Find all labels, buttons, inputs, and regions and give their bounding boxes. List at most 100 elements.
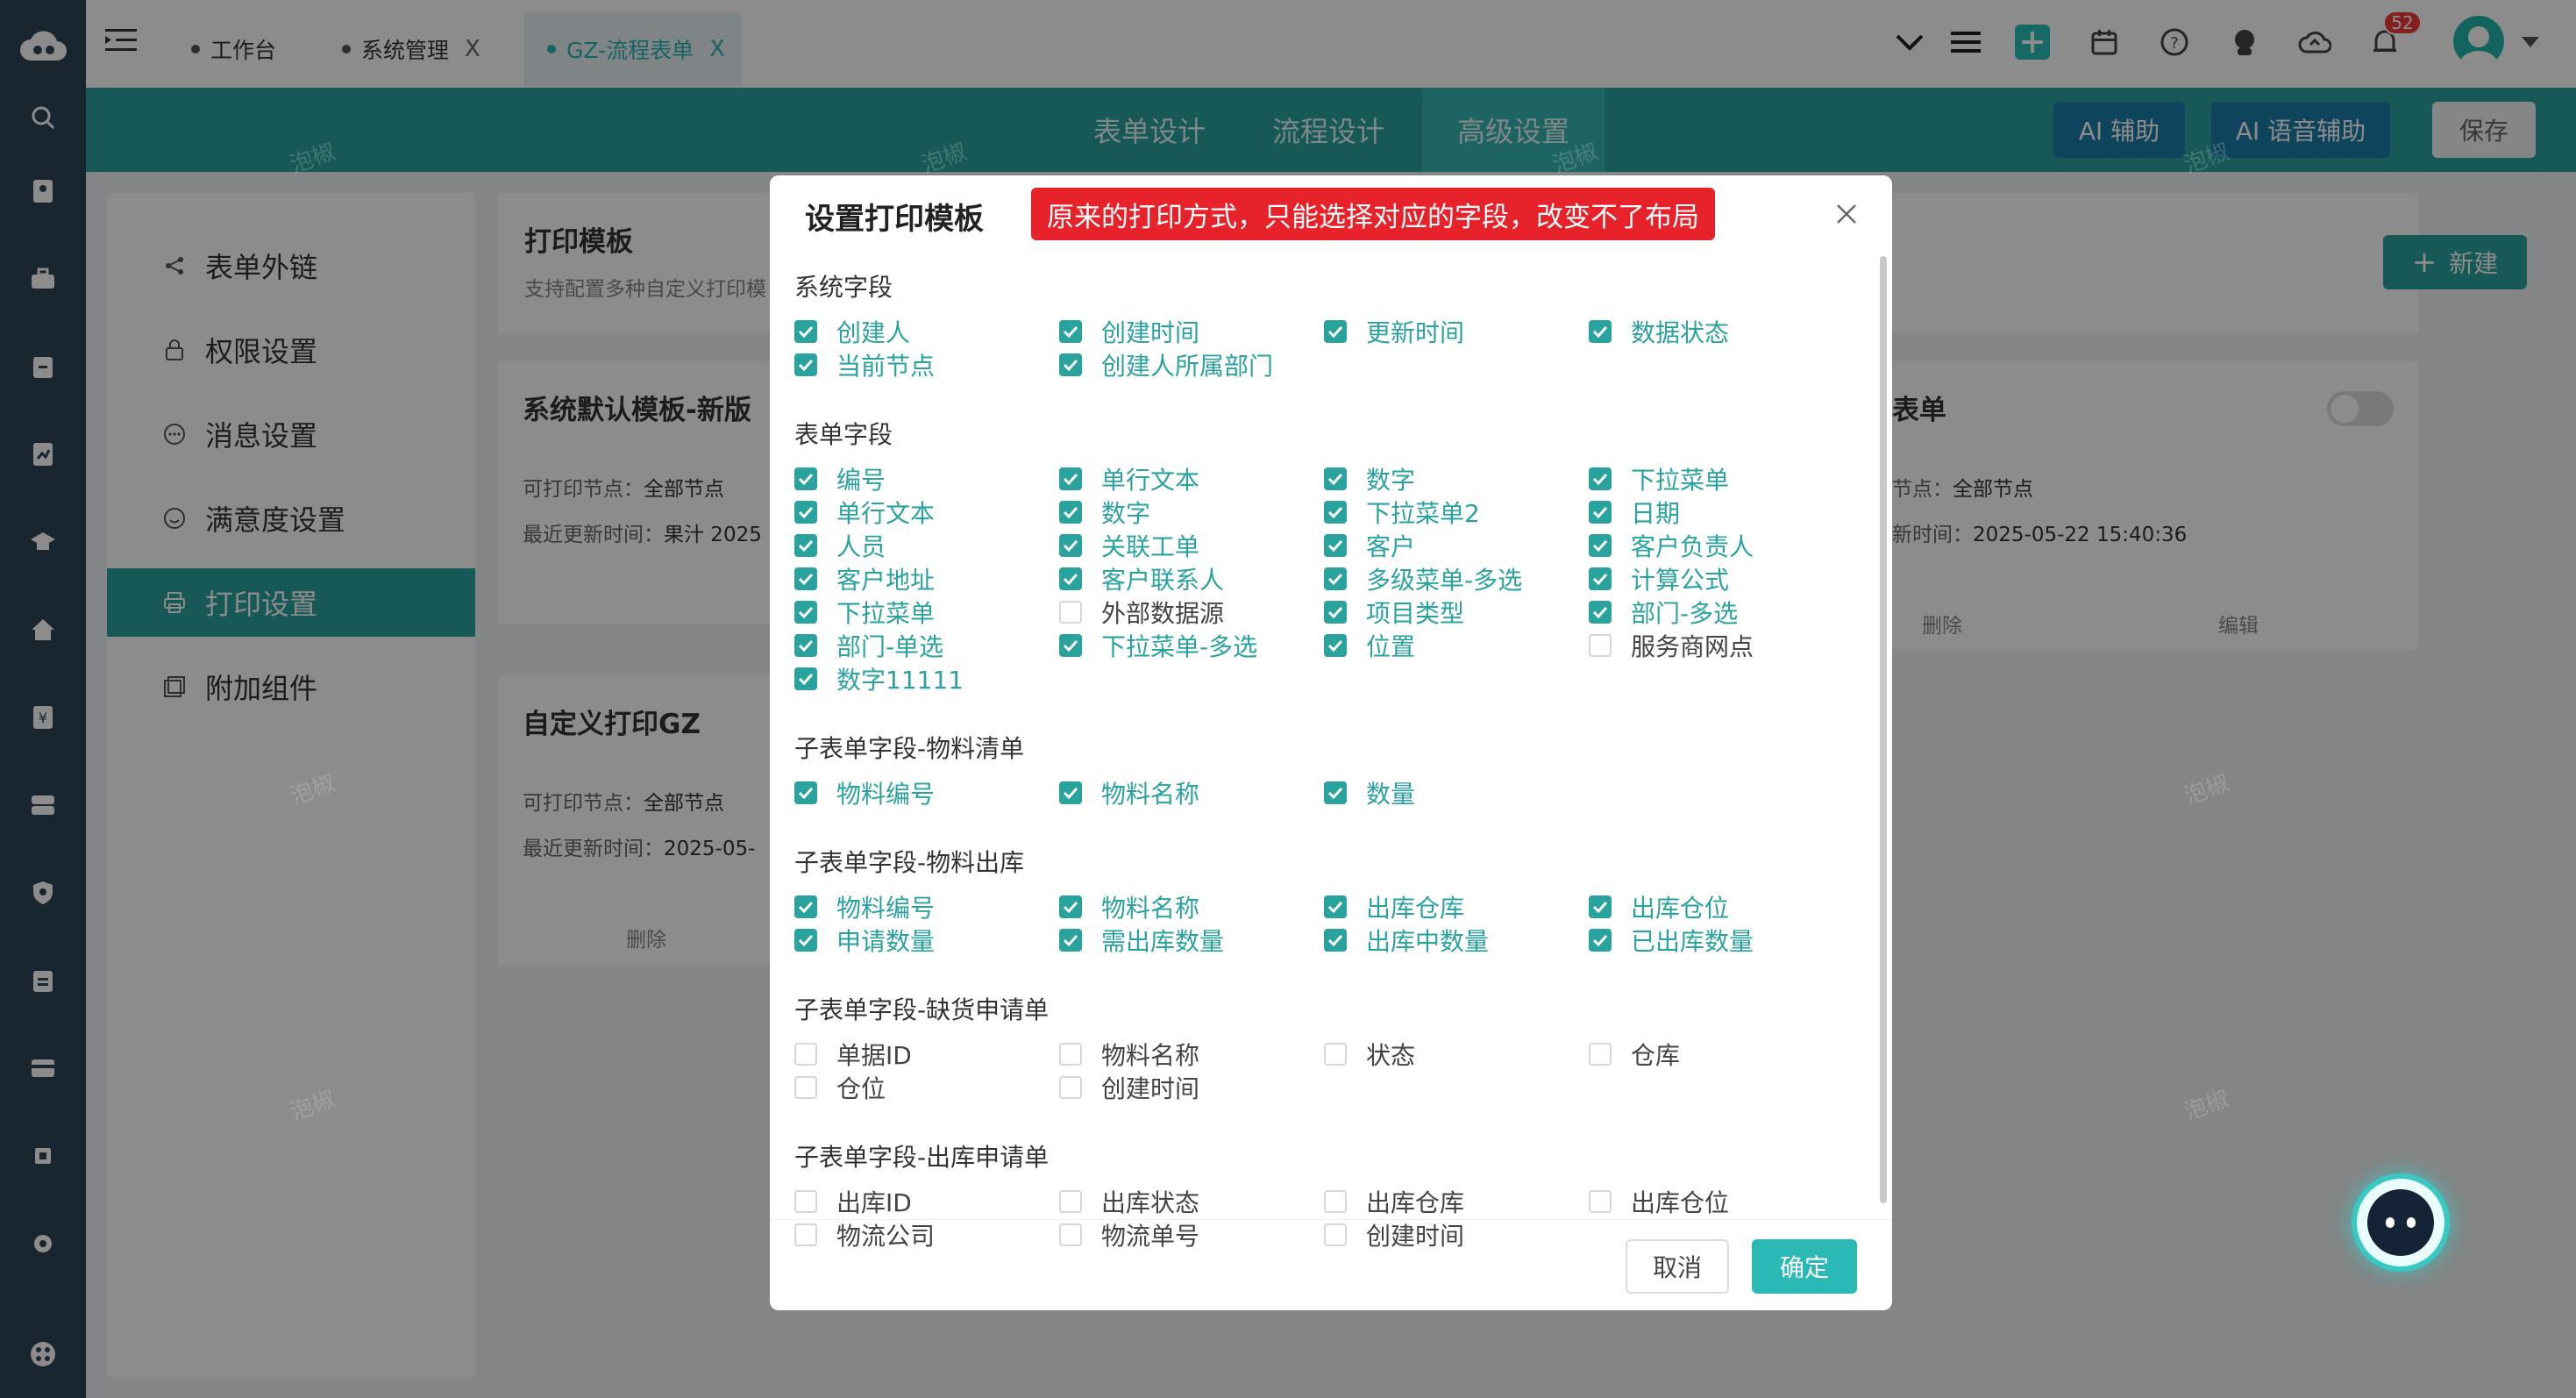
field-checkbox[interactable]: 下拉菜单-多选: [1059, 628, 1257, 663]
field-checkbox[interactable]: 出库仓库: [1324, 889, 1464, 924]
field-checkbox[interactable]: 物料名称: [1059, 775, 1199, 810]
field-checkbox[interactable]: 位置: [1324, 628, 1415, 663]
field-label: 外部数据源: [1101, 599, 1225, 628]
field-checkbox[interactable]: 日期: [1589, 495, 1680, 530]
checkmark-icon: [1589, 929, 1612, 952]
field-checkbox[interactable]: 数据状态: [1589, 314, 1729, 349]
assistant-bot-icon[interactable]: [2352, 1173, 2450, 1272]
field-label: 创建时间: [1101, 318, 1200, 347]
field-label: 客户: [1366, 532, 1416, 561]
field-checkbox[interactable]: 出库仓库: [1324, 1184, 1464, 1219]
checkmark-icon: [794, 634, 817, 657]
field-checkbox[interactable]: 下拉菜单: [794, 595, 935, 630]
checkmark-icon: [1324, 929, 1347, 952]
field-checkbox[interactable]: 更新时间: [1324, 314, 1464, 349]
field-label: 更新时间: [1366, 318, 1465, 347]
checkmark-icon: [1059, 634, 1082, 657]
checkbox-empty-icon: [1324, 1043, 1347, 1066]
field-checkbox[interactable]: 创建时间: [1059, 314, 1199, 349]
field-label: 出库中数量: [1366, 927, 1490, 956]
field-checkbox[interactable]: 下拉菜单: [1589, 461, 1729, 496]
field-checkbox[interactable]: 物料名称: [1059, 889, 1199, 924]
checkmark-icon: [1324, 534, 1347, 557]
checkmark-icon: [794, 781, 817, 804]
checkmark-icon: [1589, 501, 1612, 524]
field-checkbox[interactable]: 当前节点: [794, 347, 935, 382]
field-checkbox[interactable]: 仓库: [1589, 1037, 1680, 1072]
confirm-button[interactable]: 确定: [1752, 1239, 1857, 1294]
field-label: 数量: [1366, 780, 1416, 809]
field-checkbox[interactable]: 物料编号: [794, 775, 935, 810]
field-checkbox[interactable]: 出库仓位: [1589, 1184, 1729, 1219]
field-checkbox[interactable]: 关联工单: [1059, 528, 1199, 563]
field-checkbox[interactable]: 单行文本: [794, 495, 935, 530]
field-label: 出库仓库: [1366, 894, 1465, 923]
field-checkbox[interactable]: 创建人所属部门: [1059, 347, 1273, 382]
cancel-button[interactable]: 取消: [1626, 1239, 1729, 1294]
field-checkbox[interactable]: 数字11111: [794, 661, 964, 696]
field-checkbox[interactable]: 计算公式: [1589, 561, 1729, 596]
field-label: 下拉菜单2: [1366, 499, 1480, 528]
field-checkbox[interactable]: 多级菜单-多选: [1324, 561, 1522, 596]
field-checkbox[interactable]: 下拉菜单2: [1324, 495, 1480, 530]
field-checkbox[interactable]: 物料编号: [794, 889, 935, 924]
field-checkbox[interactable]: 数量: [1324, 775, 1415, 810]
section-title: 子表单字段-缺货申请单: [794, 995, 1050, 1024]
field-checkbox[interactable]: 创建人: [794, 314, 910, 349]
checkmark-icon: [794, 601, 817, 624]
checkmark-icon: [1059, 895, 1082, 918]
checkmark-icon: [1059, 353, 1082, 376]
field-checkbox[interactable]: 部门-多选: [1589, 595, 1738, 630]
checkbox-empty-icon: [1059, 1076, 1082, 1099]
field-checkbox[interactable]: 需出库数量: [1059, 923, 1224, 958]
field-label: 物料名称: [1101, 1041, 1200, 1070]
field-checkbox[interactable]: 出库仓位: [1589, 889, 1729, 924]
field-label: 数字: [1366, 466, 1416, 495]
field-checkbox[interactable]: 已出库数量: [1589, 923, 1754, 958]
field-checkbox[interactable]: 申请数量: [794, 923, 935, 958]
field-checkbox[interactable]: 服务商网点: [1589, 628, 1754, 663]
field-checkbox[interactable]: 客户: [1324, 528, 1415, 563]
field-checkbox[interactable]: 数字: [1324, 461, 1415, 496]
field-label: 人员: [836, 532, 886, 561]
field-checkbox[interactable]: 仓位: [794, 1070, 886, 1105]
field-checkbox[interactable]: 客户联系人: [1059, 561, 1224, 596]
field-checkbox[interactable]: 出库ID: [794, 1184, 912, 1219]
field-checkbox[interactable]: 人员: [794, 528, 886, 563]
field-label: 出库ID: [836, 1188, 912, 1217]
field-label: 客户负责人: [1631, 532, 1754, 561]
field-label: 单行文本: [836, 499, 936, 528]
field-checkbox[interactable]: 出库中数量: [1324, 923, 1489, 958]
field-label: 出库仓位: [1631, 894, 1730, 923]
field-label: 出库仓位: [1631, 1188, 1730, 1217]
field-label: 创建人所属部门: [1101, 352, 1274, 381]
field-label: 关联工单: [1101, 532, 1200, 561]
field-checkbox[interactable]: 单据ID: [794, 1037, 912, 1072]
field-checkbox[interactable]: 创建时间: [1059, 1070, 1199, 1105]
field-label: 单行文本: [1101, 466, 1200, 495]
checkbox-empty-icon: [1589, 1043, 1612, 1066]
field-label: 编号: [836, 466, 886, 495]
checkmark-icon: [794, 567, 817, 590]
field-checkbox[interactable]: 客户负责人: [1589, 528, 1754, 563]
checkmark-icon: [1324, 567, 1347, 590]
checkbox-empty-icon: [1059, 601, 1082, 624]
field-checkbox[interactable]: 外部数据源: [1059, 595, 1224, 630]
checkmark-icon: [1324, 895, 1347, 918]
field-checkbox[interactable]: 客户地址: [794, 561, 935, 596]
close-icon[interactable]: [1831, 198, 1862, 230]
checkmark-icon: [1059, 929, 1082, 952]
field-label: 计算公式: [1631, 566, 1730, 595]
field-checkbox[interactable]: 部门-单选: [794, 628, 943, 663]
field-checkbox[interactable]: 物料名称: [1059, 1037, 1199, 1072]
field-checkbox[interactable]: 项目类型: [1324, 595, 1464, 630]
field-checkbox[interactable]: 出库状态: [1059, 1184, 1199, 1219]
field-label: 数字11111: [836, 666, 964, 695]
field-checkbox[interactable]: 状态: [1324, 1037, 1415, 1072]
field-checkbox[interactable]: 单行文本: [1059, 461, 1199, 496]
field-label: 需出库数量: [1101, 927, 1225, 956]
dialog-scrollbar[interactable]: [1880, 256, 1887, 1203]
field-checkbox[interactable]: 数字: [1059, 495, 1150, 530]
field-checkbox[interactable]: 编号: [794, 461, 886, 496]
checkmark-icon: [1589, 895, 1612, 918]
